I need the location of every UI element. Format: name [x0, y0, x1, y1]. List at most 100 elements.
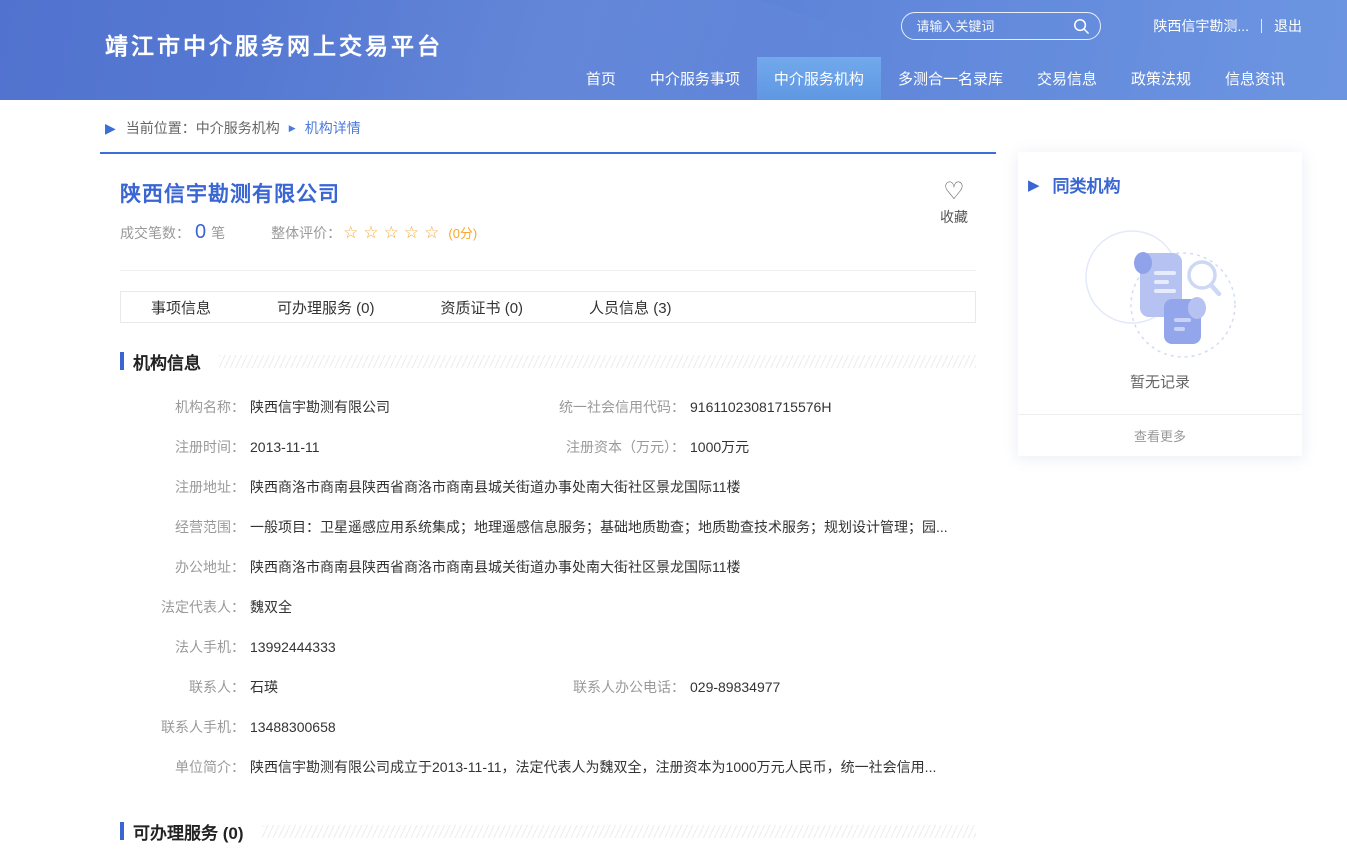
- nav-item-news[interactable]: 信息资讯: [1208, 57, 1302, 100]
- info-row: 单位简介： 陕西信宇勘测有限公司成立于2013-11-11，法定代表人为魏双全，…: [120, 747, 976, 787]
- deals-count: 0: [195, 221, 206, 244]
- field-label: 法定代表人：: [120, 597, 245, 617]
- field-legal-phone: 法人手机： 13992444333: [120, 637, 336, 657]
- nav-item-home[interactable]: 首页: [569, 57, 633, 100]
- user-name[interactable]: 陕西信宇勘测...: [1153, 16, 1249, 36]
- tab-personnel[interactable]: 人员信息 (3): [589, 297, 672, 318]
- star-icon: ☆: [363, 223, 383, 242]
- section-header-services: 可办理服务 (0): [120, 821, 976, 841]
- org-detail-card: 陕西信宇勘测有限公司 成交笔数： 0 笔 整体评价： ☆☆☆☆☆ (0分) ♡ …: [100, 152, 996, 851]
- heart-icon[interactable]: ♡: [940, 180, 968, 204]
- similar-orgs-card: ▶ 同类机构 暂无记录 查看更多: [1018, 152, 1302, 456]
- field-value: 魏双全: [250, 597, 292, 617]
- breadcrumb-prefix: 当前位置：: [126, 118, 196, 138]
- view-more-link[interactable]: 查看更多: [1018, 414, 1302, 456]
- field-label: 联系人手机：: [120, 717, 245, 737]
- field-profile: 单位简介： 陕西信宇勘测有限公司成立于2013-11-11，法定代表人为魏双全，…: [120, 757, 936, 777]
- section-hatch-decoration: [219, 355, 976, 368]
- rating-block: 整体评价： ☆☆☆☆☆ (0分): [271, 223, 477, 243]
- site-header: 靖江市中介服务网上交易平台 陕西信宇勘测... 退出 首页 中介服务事项 中介服…: [0, 0, 1347, 100]
- section-accent-bar: [120, 352, 124, 370]
- field-business-scope: 经营范围： 一般项目：卫星遥感应用系统集成；地理遥感信息服务；基础地质勘查；地质…: [120, 517, 948, 537]
- nav-item-policies[interactable]: 政策法规: [1114, 57, 1208, 100]
- org-stats-row: 成交笔数： 0 笔 整体评价： ☆☆☆☆☆ (0分): [120, 221, 976, 244]
- field-value: 一般项目：卫星遥感应用系统集成；地理遥感信息服务；基础地质勘查；地质勘查技术服务…: [250, 517, 948, 537]
- deals-label: 成交笔数：: [120, 223, 190, 243]
- star-icon: ☆: [343, 223, 363, 242]
- divider: [120, 270, 976, 271]
- org-info-list: 机构名称： 陕西信宇勘测有限公司 统一社会信用代码： 9161102308171…: [120, 387, 976, 787]
- field-reg-address: 注册地址： 陕西商洛市商南县陕西省商洛市商南县城关街道办事处南大街社区景龙国际1…: [120, 477, 741, 497]
- site-title: 靖江市中介服务网上交易平台: [105, 27, 443, 61]
- section-title: 可办理服务 (0): [133, 819, 244, 844]
- star-icon: ☆: [424, 223, 444, 242]
- field-reg-date: 注册时间： 2013-11-11: [120, 437, 540, 457]
- star-icon: ☆: [384, 223, 404, 242]
- chevron-right-icon: ▶: [289, 123, 296, 134]
- field-label: 联系人办公电话：: [540, 677, 685, 697]
- info-row: 经营范围： 一般项目：卫星遥感应用系统集成；地理遥感信息服务；基础地质勘查；地质…: [120, 507, 976, 547]
- breadcrumb: ▶ 当前位置： 中介服务机构 ▶ 机构详情: [105, 114, 1347, 142]
- field-credit-code: 统一社会信用代码： 91611023081715576H: [540, 397, 831, 417]
- section-title: 机构信息: [133, 349, 201, 374]
- field-value: 2013-11-11: [250, 439, 320, 455]
- section-header-org-info: 机构信息: [120, 351, 976, 371]
- user-box: 陕西信宇勘测... 退出: [1153, 16, 1302, 36]
- nav-item-survey-catalog[interactable]: 多测合一名录库: [881, 57, 1020, 100]
- rating-stars: ☆☆☆☆☆: [343, 223, 444, 243]
- breadcrumb-current: 机构详情: [305, 118, 361, 138]
- field-label: 机构名称：: [120, 397, 245, 417]
- field-office-address: 办公地址： 陕西商洛市商南县陕西省商洛市商南县城关街道办事处南大街社区景龙国际1…: [120, 557, 741, 577]
- field-value: 13992444333: [250, 639, 336, 655]
- field-label: 注册时间：: [120, 437, 245, 457]
- tab-services[interactable]: 可办理服务 (0): [277, 297, 375, 318]
- info-row: 法人手机： 13992444333: [120, 627, 976, 667]
- rating-score: (0分): [448, 223, 477, 242]
- field-value: 陕西信宇勘测有限公司: [250, 397, 390, 417]
- main-content: 陕西信宇勘测有限公司 成交笔数： 0 笔 整体评价： ☆☆☆☆☆ (0分) ♡ …: [100, 152, 1302, 851]
- search-box[interactable]: [901, 12, 1101, 40]
- field-reg-capital: 注册资本（万元）： 1000万元: [540, 437, 749, 457]
- info-row: 机构名称： 陕西信宇勘测有限公司 统一社会信用代码： 9161102308171…: [120, 387, 976, 427]
- field-legal-rep: 法定代表人： 魏双全: [120, 597, 292, 617]
- header-right: 陕西信宇勘测... 退出: [901, 12, 1302, 40]
- nav-item-service-items[interactable]: 中介服务事项: [633, 57, 757, 100]
- field-value: 1000万元: [690, 437, 749, 457]
- field-org-name: 机构名称： 陕西信宇勘测有限公司: [120, 397, 540, 417]
- search-icon[interactable]: [1073, 18, 1090, 35]
- field-label: 注册资本（万元）：: [540, 437, 685, 457]
- star-icon: ☆: [404, 223, 424, 242]
- detail-tabs: 事项信息 可办理服务 (0) 资质证书 (0) 人员信息 (3): [120, 291, 976, 323]
- main-nav: 首页 中介服务事项 中介服务机构 多测合一名录库 交易信息 政策法规 信息资讯: [569, 57, 1302, 100]
- field-label: 单位简介：: [120, 757, 245, 777]
- field-contact-phone: 联系人手机： 13488300658: [120, 717, 336, 737]
- breadcrumb-arrow-icon: ▶: [105, 120, 116, 137]
- info-row: 办公地址： 陕西商洛市商南县陕西省商洛市商南县城关街道办事处南大街社区景龙国际1…: [120, 547, 976, 587]
- favorite-label[interactable]: 收藏: [940, 207, 968, 227]
- info-row: 联系人： 石瑛 联系人办公电话： 029-89834977: [120, 667, 976, 707]
- arrow-right-icon: ▶: [1028, 176, 1040, 194]
- field-label: 经营范围：: [120, 517, 245, 537]
- tab-item-info[interactable]: 事项信息: [151, 297, 211, 318]
- field-label: 联系人：: [120, 677, 245, 697]
- org-name-title: 陕西信宇勘测有限公司: [120, 178, 976, 208]
- nav-item-transactions[interactable]: 交易信息: [1020, 57, 1114, 100]
- favorite-button[interactable]: ♡ 收藏: [940, 180, 968, 227]
- section-accent-bar: [120, 822, 124, 840]
- field-value: 陕西信宇勘测有限公司成立于2013-11-11，法定代表人为魏双全，注册资本为1…: [250, 757, 936, 777]
- empty-state-text: 暂无记录: [1018, 371, 1302, 414]
- nav-item-service-orgs[interactable]: 中介服务机构: [757, 57, 881, 100]
- field-contact-tel: 联系人办公电话： 029-89834977: [540, 677, 780, 697]
- breadcrumb-parent[interactable]: 中介服务机构: [196, 118, 280, 138]
- sidebar-title: 同类机构: [1053, 172, 1121, 197]
- tab-certificates[interactable]: 资质证书 (0): [441, 297, 524, 318]
- field-label: 注册地址：: [120, 477, 245, 497]
- empty-state-illustration: [1080, 223, 1240, 361]
- field-label: 统一社会信用代码：: [540, 397, 685, 417]
- field-contact: 联系人： 石瑛: [120, 677, 540, 697]
- logout-link[interactable]: 退出: [1274, 16, 1302, 36]
- field-value: 029-89834977: [690, 679, 780, 695]
- field-label: 办公地址：: [120, 557, 245, 577]
- search-input[interactable]: [916, 19, 1073, 34]
- deals-unit: 笔: [211, 223, 225, 243]
